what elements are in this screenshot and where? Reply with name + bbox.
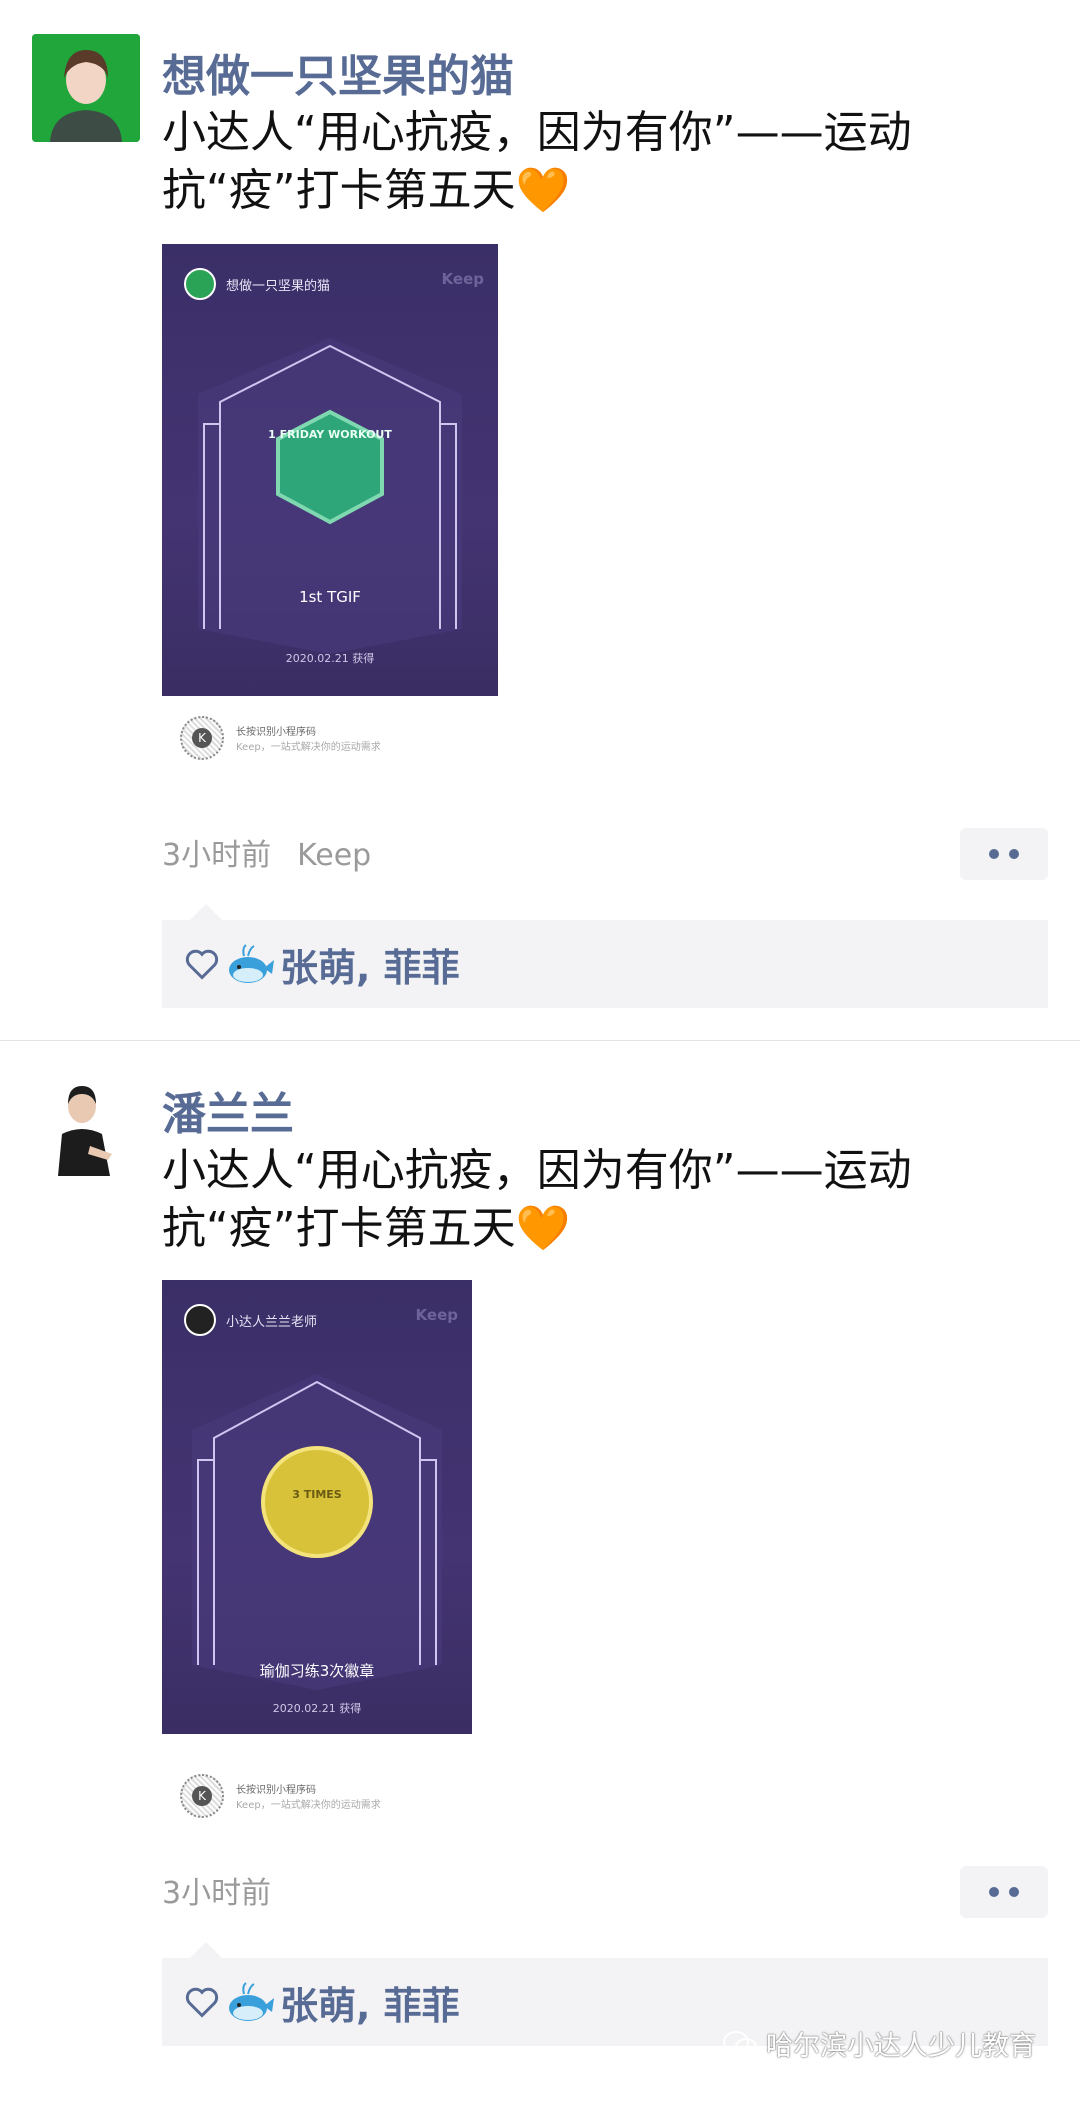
poster-username: 小达人兰兰老师 [226, 1314, 318, 1330]
badge-poster: 小达人兰兰老师 Keep 3 TIMES 瑜伽习练3次徽章 2020.02.21… [162, 1280, 472, 1734]
qr-code-icon: K [180, 1774, 224, 1818]
keep-logo: Keep [441, 270, 484, 288]
avatar[interactable] [32, 34, 140, 142]
badge-date: 2020.02.21 获得 [272, 1702, 362, 1715]
mini-avatar [184, 1304, 216, 1336]
poster-user: 想做一只坚果的猫 [184, 268, 330, 300]
avatar[interactable] [32, 1068, 140, 1176]
mini-program-qr: K 长按识别小程序码 Keep，一站式解决你的运动需求 [180, 716, 381, 760]
avatar-portrait-icon [32, 34, 140, 142]
post-time: 3小时前 [162, 1876, 272, 1911]
username[interactable]: 想做一只坚果的猫 [162, 40, 514, 104]
keep-logo: Keep [415, 1306, 458, 1324]
mini-avatar [184, 268, 216, 300]
badge-date: 2020.02.21 获得 [285, 652, 375, 665]
post-content: 小达人“用心抗疫，因为有你”——运动抗“疫”打卡第五天🧡 [162, 1142, 922, 1258]
mini-program-qr: K 长按识别小程序码 Keep，一站式解决你的运动需求 [180, 1774, 381, 1818]
qr-code-icon: K [180, 716, 224, 760]
whale-emoji-icon [229, 944, 274, 983]
dot-icon [989, 1887, 999, 1897]
qr-caption: 长按识别小程序码 [236, 727, 316, 738]
qr-subcaption: Keep，一站式解决你的运动需求 [236, 1800, 381, 1811]
post-time: 3小时前 [162, 838, 272, 873]
badge-poster: 想做一只坚果的猫 Keep 1 FRIDAY WORKOUT 1st TGIF … [162, 244, 498, 696]
poster-user: 小达人兰兰老师 [184, 1304, 317, 1336]
badge-icon-text: 1 FRIDAY WORKOUT [268, 428, 392, 441]
dot-icon [1009, 849, 1019, 859]
watermark-text: 哈尔滨小达人少儿教育 [766, 2031, 1036, 2062]
heart-icon [185, 949, 219, 980]
wechat-official-account-icon [723, 2030, 757, 2056]
keep-share-card[interactable]: 想做一只坚果的猫 Keep 1 FRIDAY WORKOUT 1st TGIF … [162, 244, 498, 784]
post-content: 小达人“用心抗疫，因为有你”——运动抗“疫”打卡第五天🧡 [162, 104, 922, 220]
more-actions-button[interactable] [960, 828, 1048, 880]
badge-title: 1st TGIF [299, 588, 361, 606]
more-actions-button[interactable] [960, 1866, 1048, 1918]
qr-caption: 长按识别小程序码 [236, 1785, 316, 1796]
whale-emoji-icon [229, 1982, 274, 2021]
orange-heart-emoji: 🧡 [515, 1203, 571, 1254]
post-meta: 3小时前 [162, 1868, 271, 1912]
username[interactable]: 潘兰兰 [162, 1078, 294, 1142]
avatar-portrait-icon [32, 1068, 140, 1176]
likes-names[interactable]: 张萌, 菲菲 [280, 937, 460, 992]
post-meta: 3小时前 Keep [162, 830, 371, 874]
moment-post: 想做一只坚果的猫 小达人“用心抗疫，因为有你”——运动抗“疫”打卡第五天🧡 想做… [0, 0, 1080, 1040]
poster-frame-graphic [198, 338, 462, 654]
orange-heart-emoji: 🧡 [515, 165, 571, 216]
moment-post: 潘兰兰 小达人“用心抗疫，因为有你”——运动抗“疫”打卡第五天🧡 小达人兰兰老师… [0, 1040, 1080, 2101]
post-source-link[interactable]: Keep [297, 838, 371, 873]
likes-panel: 张萌, 菲菲 [162, 904, 1048, 1008]
likes-names[interactable]: 张萌, 菲菲 [280, 1975, 460, 2030]
dot-icon [989, 849, 999, 859]
heart-icon [185, 1987, 219, 2018]
watermark: 哈尔滨小达人少儿教育 [722, 2024, 1036, 2063]
qr-subcaption: Keep，一站式解决你的运动需求 [236, 742, 381, 753]
dot-icon [1009, 1887, 1019, 1897]
badge-title: 瑜伽习练3次徽章 [259, 1662, 375, 1680]
keep-share-card[interactable]: 小达人兰兰老师 Keep 3 TIMES 瑜伽习练3次徽章 2020.02.21… [162, 1280, 472, 1850]
poster-username: 想做一只坚果的猫 [226, 278, 331, 294]
badge-icon-text: 3 TIMES [292, 1488, 342, 1501]
